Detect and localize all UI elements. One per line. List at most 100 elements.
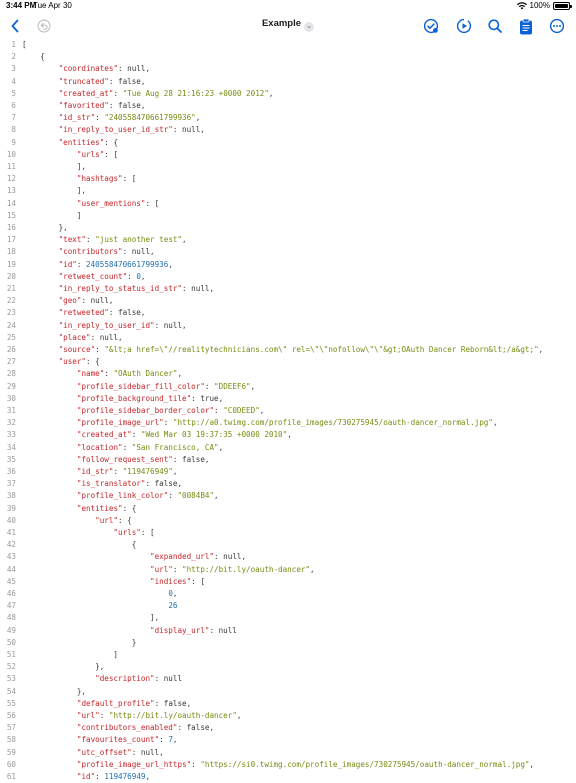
code-line: 12 "hashtags": [: [0, 173, 576, 185]
json-punctuation: {: [22, 540, 137, 550]
json-punctuation: [22, 113, 59, 122]
json-punctuation: :: [86, 235, 96, 245]
json-punctuation: :: [99, 711, 109, 720]
code-line: 55 "default_profile": false,: [0, 698, 576, 710]
status-date: Tue Apr 30: [33, 1, 72, 10]
document-title: Example: [261, 18, 302, 29]
json-string: "&lt;a href=\"//realitytechnicians.com\"…: [104, 345, 539, 354]
line-number: 9: [11, 137, 16, 147]
code-text: "url": {: [22, 515, 132, 527]
json-string: "119476949": [122, 467, 173, 476]
code-line: 19 "id": 240558470661799936,: [0, 259, 576, 271]
json-key: "user": [58, 357, 87, 367]
validate-button[interactable]: [418, 13, 444, 39]
json-key: "follow_request_sent": [76, 454, 173, 464]
json-punctuation: [22, 284, 59, 293]
code-text: ],: [22, 185, 86, 197]
json-punctuation: [22, 735, 77, 744]
line-number: 44: [6, 564, 16, 574]
line-number: 18: [6, 247, 16, 257]
code-text: },: [22, 222, 68, 234]
json-code-editor[interactable]: 1[2 {3 "coordinates": null, 4 "truncated"…: [0, 38, 576, 781]
json-key: "hashtags": [76, 174, 123, 184]
line-number: 4: [11, 76, 16, 86]
json-punctuation: [22, 406, 77, 415]
line-number: 45: [6, 576, 16, 586]
code-line: 29 "profile_sidebar_fill_color": "DDEEF6…: [0, 381, 576, 393]
clipboard-button[interactable]: [513, 13, 539, 39]
code-text: "profile_image_url": "http://a0.twimg.co…: [22, 417, 498, 429]
json-punctuation: ,: [529, 759, 535, 769]
json-punctuation: [22, 64, 59, 73]
json-punctuation: [22, 577, 150, 586]
json-punctuation: :: [113, 88, 123, 98]
more-button[interactable]: [544, 13, 570, 39]
line-number: 56: [6, 711, 16, 720]
json-punctuation: :: [127, 271, 137, 281]
json-punctuation: : null: [209, 625, 237, 635]
code-text: "profile_sidebar_fill_color": "DDEEF6",: [22, 381, 255, 393]
line-number: 50: [6, 637, 16, 647]
json-punctuation: : true,: [191, 393, 224, 403]
json-key: "location": [76, 442, 123, 452]
json-key: "created_at": [76, 430, 132, 440]
json-string: "https://si0.twimg.com/profile_images/73…: [200, 759, 530, 769]
battery-percent: 100%: [529, 1, 550, 10]
line-number: 32: [6, 418, 16, 428]
json-punctuation: ,: [259, 406, 265, 415]
json-punctuation: ,: [268, 88, 274, 98]
code-line: 47 26: [0, 600, 576, 612]
json-punctuation: :: [95, 113, 105, 123]
json-punctuation: },: [22, 223, 68, 232]
json-key: "profile_sidebar_fill_color": [76, 381, 205, 391]
json-punctuation: [22, 308, 59, 317]
json-punctuation: ,: [214, 491, 219, 501]
battery-level: [555, 3, 568, 8]
json-string: "C0DEED": [223, 406, 260, 415]
json-punctuation: [22, 382, 77, 391]
json-string: "http://a0.twimg.com/profile_images/7302…: [172, 418, 493, 428]
json-punctuation: ,: [182, 235, 187, 245]
code-line: 1[: [0, 39, 576, 51]
json-punctuation: [22, 528, 113, 537]
json-punctuation: : null,: [122, 247, 155, 257]
json-punctuation: ],: [22, 162, 87, 171]
code-text: "in_reply_to_user_id_str": null,: [22, 124, 205, 136]
code-line: 42 {: [0, 539, 576, 551]
json-key: "indices": [150, 576, 192, 586]
code-line: 21 "in_reply_to_status_id_str": null,: [0, 283, 576, 295]
json-key: "contributors_enabled": [76, 723, 178, 733]
code-text: "geo": null,: [22, 295, 114, 307]
code-line: 40 "url": {: [0, 515, 576, 527]
code-text: "url": "http://bit.ly/oauth-dancer",: [22, 710, 242, 722]
json-punctuation: : false,: [108, 101, 146, 110]
json-punctuation: : false,: [172, 454, 210, 464]
code-text: "user_mentions": [: [22, 198, 159, 210]
line-number: 6: [11, 101, 16, 110]
json-key: "display_url": [150, 625, 210, 635]
json-punctuation: :: [159, 735, 169, 745]
code-line: 44 "url": "http://bit.ly/oauth-dancer",: [0, 564, 576, 576]
line-number: 30: [6, 393, 16, 403]
search-button[interactable]: [482, 13, 508, 39]
line-number: 61: [6, 772, 16, 781]
json-punctuation: [22, 101, 59, 110]
line-number: 43: [6, 552, 16, 562]
json-punctuation: :: [172, 564, 183, 574]
line-number: 60: [6, 759, 16, 769]
code-text: "contributors": null,: [22, 246, 155, 258]
line-number: 35: [6, 454, 16, 464]
run-button[interactable]: [451, 13, 477, 39]
code-text: ],: [22, 161, 86, 173]
code-line: 39 "entities": {: [0, 503, 576, 515]
json-key: "url": [95, 515, 119, 525]
code-line: 14 "user_mentions": [: [0, 198, 576, 210]
line-number: 5: [11, 88, 16, 98]
json-key: "urls": [113, 528, 141, 537]
json-key: "favourites_count": [76, 735, 160, 745]
json-punctuation: ]: [22, 210, 82, 220]
line-number: 47: [6, 601, 16, 611]
chevron-down-icon: ⌄: [304, 22, 315, 32]
json-key: "favorited": [58, 101, 109, 110]
json-key: "default_profile": [76, 698, 155, 708]
